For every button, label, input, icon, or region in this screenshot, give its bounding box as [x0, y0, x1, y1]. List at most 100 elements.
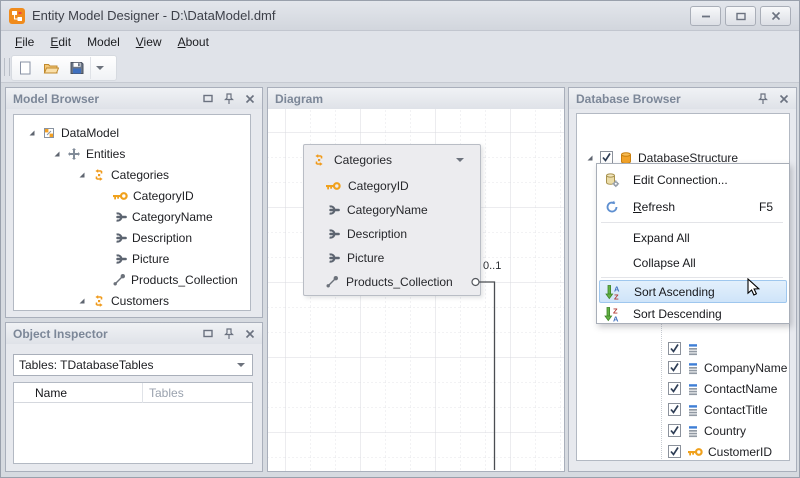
toolbar-grip[interactable] [4, 58, 10, 76]
maximize-icon [736, 12, 746, 21]
new-document-icon [17, 60, 33, 76]
toolbar-dropdown-button[interactable] [90, 57, 109, 79]
menu-item-refresh[interactable]: Refresh F5 [599, 193, 787, 220]
pin-icon[interactable] [224, 93, 234, 105]
expand-arrow-icon[interactable] [28, 129, 36, 137]
entity-field-description[interactable]: Description [304, 222, 480, 246]
entities-icon [67, 147, 81, 161]
tree-item-entities[interactable]: Entities [53, 143, 125, 164]
toolbar [1, 53, 799, 83]
chevron-down-icon [237, 363, 245, 367]
grid-column-divider [142, 383, 143, 403]
model-browser-title: Model Browser [13, 92, 99, 106]
diagram-title: Diagram [275, 92, 323, 106]
chevron-down-icon[interactable] [456, 158, 464, 162]
open-folder-icon [43, 60, 59, 76]
close-icon [771, 11, 781, 21]
entity-field-categoryname[interactable]: CategoryName [304, 198, 480, 222]
wrench-field-icon [325, 205, 340, 215]
tree-item-partial[interactable] [668, 338, 704, 359]
checkbox-checked-icon[interactable] [668, 403, 681, 416]
database-browser-title: Database Browser [576, 92, 681, 106]
menu-view[interactable]: View [128, 32, 170, 52]
column-icon [687, 403, 699, 417]
expand-arrow-icon[interactable] [78, 171, 86, 179]
link-icon [112, 273, 126, 287]
open-button[interactable] [38, 57, 64, 79]
menu-item-sort-descending[interactable]: Sort Descending [599, 303, 787, 324]
diagram-canvas[interactable]: Categories CategoryID CategoryName Descr… [268, 109, 564, 471]
entity-icon [312, 153, 326, 167]
context-menu: Edit Connection... Refresh F5 Expand All… [596, 163, 790, 324]
close-icon[interactable] [245, 94, 255, 104]
menu-file[interactable]: File [7, 32, 42, 52]
menu-item-expand-all[interactable]: Expand All [599, 225, 787, 250]
mouse-cursor-icon [747, 278, 760, 296]
entity-icon [92, 294, 106, 308]
tree-item-categoryname[interactable]: CategoryName [112, 206, 213, 227]
checkbox-checked-icon[interactable] [668, 342, 681, 355]
maximize-button[interactable] [725, 6, 756, 26]
pin-icon[interactable] [758, 93, 768, 105]
tree-item-description[interactable]: Description [112, 227, 192, 248]
tree-item-country[interactable]: Country [668, 420, 746, 441]
entity-field-categoryid[interactable]: CategoryID [304, 174, 480, 198]
entity-card-header[interactable]: Categories [304, 145, 480, 174]
tree-item-contactname[interactable]: ContactName [668, 378, 777, 399]
tree-item-picture[interactable]: Picture [112, 248, 169, 269]
tree-item-categoryid[interactable]: CategoryID [112, 185, 194, 206]
expand-arrow-icon[interactable] [78, 297, 86, 305]
property-grid: Name Tables [13, 382, 253, 464]
tree-item-categories[interactable]: Categories [78, 164, 169, 185]
database-browser-header: Database Browser [569, 88, 796, 109]
checkbox-checked-icon[interactable] [668, 361, 681, 374]
checkbox-checked-icon[interactable] [668, 445, 681, 458]
key-icon [687, 446, 703, 458]
save-icon [69, 60, 85, 76]
maximize-panel-icon[interactable] [203, 329, 213, 338]
menu-item-collapse-all[interactable]: Collapse All [599, 250, 787, 275]
new-button[interactable] [12, 57, 38, 79]
minimize-button[interactable] [690, 6, 721, 26]
menu-model[interactable]: Model [79, 32, 128, 52]
pin-icon[interactable] [224, 328, 234, 340]
grid-column-tables[interactable]: Tables [149, 386, 184, 400]
object-inspector-panel: Object Inspector Tables: TDatabaseTables… [5, 322, 263, 472]
model-icon [42, 126, 56, 140]
tree-item-contacttitle[interactable]: ContactTitle [668, 399, 768, 420]
close-icon[interactable] [245, 329, 255, 339]
tree-indent-guide [661, 314, 663, 459]
close-button[interactable] [760, 6, 791, 26]
column-icon [687, 342, 699, 356]
tree-item-companyname[interactable]: CompanyName [668, 357, 787, 378]
link-icon [325, 275, 339, 289]
checkbox-checked-icon[interactable] [668, 382, 681, 395]
entity-card-categories[interactable]: Categories CategoryID CategoryName Descr… [303, 144, 481, 296]
close-icon[interactable] [779, 94, 789, 104]
object-selector-value: Tables: TDatabaseTables [19, 358, 154, 372]
object-selector-combobox[interactable]: Tables: TDatabaseTables [13, 354, 253, 376]
connector-multiplicity-label: 0..1 [483, 260, 501, 272]
key-icon [325, 180, 341, 192]
model-browser-tree: DataModel Entities Categories CategoryID… [13, 114, 251, 311]
entity-icon [92, 168, 106, 182]
menu-about[interactable]: About [170, 32, 217, 52]
tree-item-customerid[interactable]: CustomerID [668, 441, 772, 461]
refresh-icon [605, 200, 619, 214]
maximize-panel-icon[interactable] [203, 94, 213, 103]
grid-column-name[interactable]: Name [35, 386, 67, 400]
expand-arrow-icon[interactable] [586, 154, 594, 162]
tree-item-datamodel[interactable]: DataModel [28, 122, 119, 143]
menu-edit[interactable]: Edit [42, 32, 79, 52]
tree-item-customers[interactable]: Customers [78, 290, 169, 311]
model-browser-panel: Model Browser DataModel Entities Categor… [5, 87, 263, 318]
menu-separator [601, 222, 783, 223]
save-button[interactable] [64, 57, 90, 79]
tree-item-products-collection[interactable]: Products_Collection [112, 269, 238, 290]
entity-field-picture[interactable]: Picture [304, 246, 480, 270]
checkbox-checked-icon[interactable] [668, 424, 681, 437]
expand-arrow-icon[interactable] [53, 150, 61, 158]
title-bar: Entity Model Designer - D:\DataModel.dmf [1, 1, 799, 31]
entity-field-products-collection[interactable]: Products_Collection [304, 270, 480, 294]
menu-item-edit-connection[interactable]: Edit Connection... [599, 166, 787, 193]
